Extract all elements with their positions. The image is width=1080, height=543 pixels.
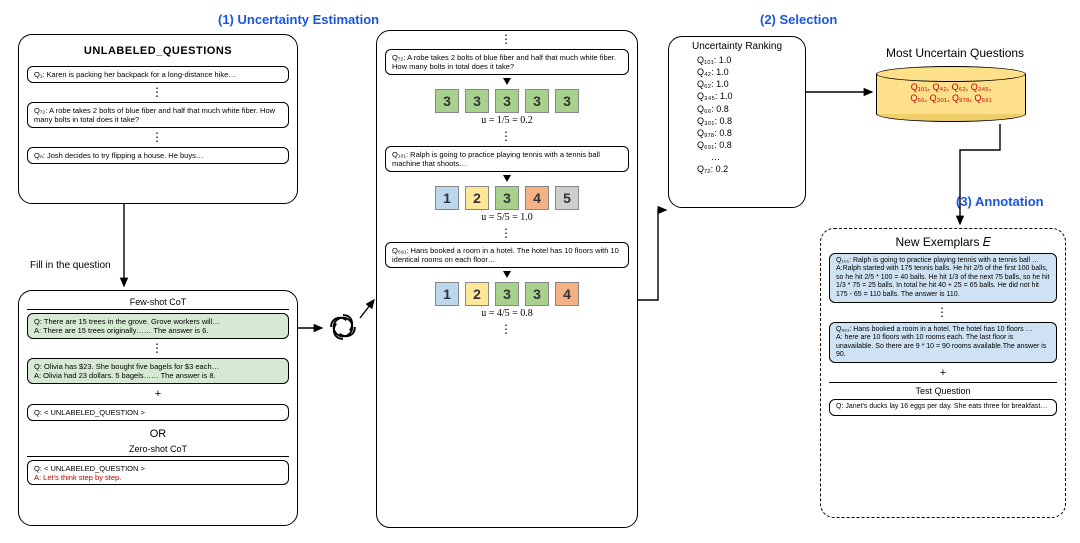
answer-tile: 4: [525, 186, 549, 210]
tiles-q101: 1 2 3 4 5: [385, 186, 629, 210]
uncertainty-panel: ⋮ Q₇₂: A robe takes 2 bolts of blue fibe…: [376, 30, 638, 528]
llm-icon: [326, 310, 360, 344]
ellipsis-icon: ⋮: [829, 306, 1057, 319]
answer-tile: 3: [525, 282, 549, 306]
unlabeled-title: UNLABELED_QUESTIONS: [27, 41, 289, 63]
fewshot-example-2: Q: Olivia has $23. She bought five bagel…: [27, 358, 289, 384]
answer-tile: 3: [435, 89, 459, 113]
ranking-title: Uncertainty Ranking: [673, 41, 801, 52]
fewshot-example-1: Q: There are 15 trees in the grove. Grov…: [27, 313, 289, 339]
selected-line1: Q₁₀₁, Q₄₂, Q₆₂, Q₃₄₅,: [911, 82, 992, 92]
answer-tile: 4: [555, 282, 579, 306]
arrow-down-icon: [503, 175, 511, 182]
fewshot-title: Few-shot CoT: [27, 297, 289, 310]
answer-tile: 2: [465, 186, 489, 210]
tiles-q691: 1 2 3 3 4: [385, 282, 629, 306]
test-question: Q: Janet's ducks lay 16 eggs per day. Sh…: [829, 399, 1057, 415]
stage-3-label: (3) Annotation: [956, 194, 1044, 209]
exemplar-2: Q₆₉₁: Hans booked a room in a hotel. The…: [829, 322, 1057, 364]
unlabeled-qn: Qₙ: Josh decides to try flipping a house…: [27, 147, 289, 164]
answer-tile: 2: [465, 282, 489, 306]
zeroshot-q: Q: < UNLABELED_QUESTION >: [34, 464, 282, 473]
exemplars-panel: New Exemplars 𝐸 Q₁₀₁: Ralph is going to …: [820, 228, 1066, 518]
ranking-ellipsis: …: [673, 151, 801, 163]
uncertainty-q72: u = 1/5 = 0.2: [385, 115, 629, 126]
zeroshot-a: A: Let's think step by step.: [34, 473, 282, 482]
stage-1-label: (1) Uncertainty Estimation: [218, 12, 379, 27]
fewshot-slot: Q: < UNLABELED_QUESTION >: [27, 404, 289, 421]
answer-tile: 3: [525, 89, 549, 113]
zeroshot-title: Zero-shot CoT: [27, 444, 289, 457]
answer-tile: 3: [555, 89, 579, 113]
or-label: OR: [27, 424, 289, 444]
fill-question-label: Fill in the question: [30, 260, 111, 271]
answer-tile: 1: [435, 186, 459, 210]
arrow-down-icon: [503, 78, 511, 85]
sample-q101: Q₁₀₁: Ralph is going to practice playing…: [385, 146, 629, 172]
ellipsis-icon: ⋮: [27, 131, 289, 144]
ellipsis-icon: ⋮: [385, 227, 629, 240]
unlabeled-q72: Q₇₂: A robe takes 2 bolts of blue fiber …: [27, 102, 289, 128]
stage-2-label: (2) Selection: [760, 12, 837, 27]
answer-tile: 3: [495, 89, 519, 113]
unlabeled-q1: Q₁: Karen is packing her backpack for a …: [27, 66, 289, 83]
answer-tile: 3: [495, 282, 519, 306]
uncertainty-q101: u = 5/5 = 1.0: [385, 212, 629, 223]
selected-cylinder: Q₁₀₁, Q₄₂, Q₆₂, Q₃₄₅, Q₆₆, Q₃₀₁, Q₉₇₈, Q…: [876, 66, 1026, 122]
uncertainty-q691: u = 4/5 = 0.8: [385, 308, 629, 319]
ellipsis-icon: ⋮: [385, 130, 629, 143]
ranking-line: Q₁₀₁: 1.0: [673, 54, 801, 66]
ranking-line: Q₉₇₈: 0.8: [673, 127, 801, 139]
ranking-line: Q₆₆: 0.8: [673, 103, 801, 115]
selected-line2: Q₆₆, Q₃₀₁, Q₉₇₈, Q₆₉₁: [910, 93, 991, 103]
tiles-q72: 3 3 3 3 3: [385, 89, 629, 113]
unlabeled-questions-panel: UNLABELED_QUESTIONS Q₁: Karen is packing…: [18, 34, 298, 204]
answer-tile: 3: [495, 186, 519, 210]
ranking-line: Q₃₄₅: 1.0: [673, 90, 801, 102]
exemplars-title: New Exemplars 𝐸: [829, 235, 1057, 250]
sample-q691: Q₆₉₁: Hans booked a room in a hotel. The…: [385, 242, 629, 268]
answer-tile: 1: [435, 282, 459, 306]
plus-icon: +: [829, 366, 1057, 380]
ranking-line: Q₃₀₁: 0.8: [673, 115, 801, 127]
answer-tile: 5: [555, 186, 579, 210]
ranking-line: Q₇₂: 0.2: [673, 163, 801, 175]
sample-q72: Q₇₂: A robe takes 2 bolts of blue fiber …: [385, 49, 629, 75]
ellipsis-icon: ⋮: [27, 86, 289, 99]
plus-icon: +: [27, 387, 289, 401]
prompting-panel: Few-shot CoT Q: There are 15 trees in th…: [18, 290, 298, 526]
ellipsis-icon: ⋮: [385, 33, 629, 46]
selected-title: Most Uncertain Questions: [886, 46, 1024, 60]
zeroshot-box: Q: < UNLABELED_QUESTION > A: Let's think…: [27, 460, 289, 485]
ranking-line: Q₆₂: 1.0: [673, 78, 801, 90]
ellipsis-icon: ⋮: [27, 342, 289, 355]
arrow-down-icon: [503, 271, 511, 278]
ranking-line: Q₄₂: 1.0: [673, 66, 801, 78]
test-question-label: Test Question: [829, 382, 1057, 396]
ellipsis-icon: ⋮: [385, 323, 629, 336]
ranking-panel: Uncertainty Ranking Q₁₀₁: 1.0 Q₄₂: 1.0 Q…: [668, 36, 806, 208]
answer-tile: 3: [465, 89, 489, 113]
ranking-line: Q₆₉₁: 0.8: [673, 139, 801, 151]
exemplar-1: Q₁₀₁: Ralph is going to practice playing…: [829, 253, 1057, 303]
